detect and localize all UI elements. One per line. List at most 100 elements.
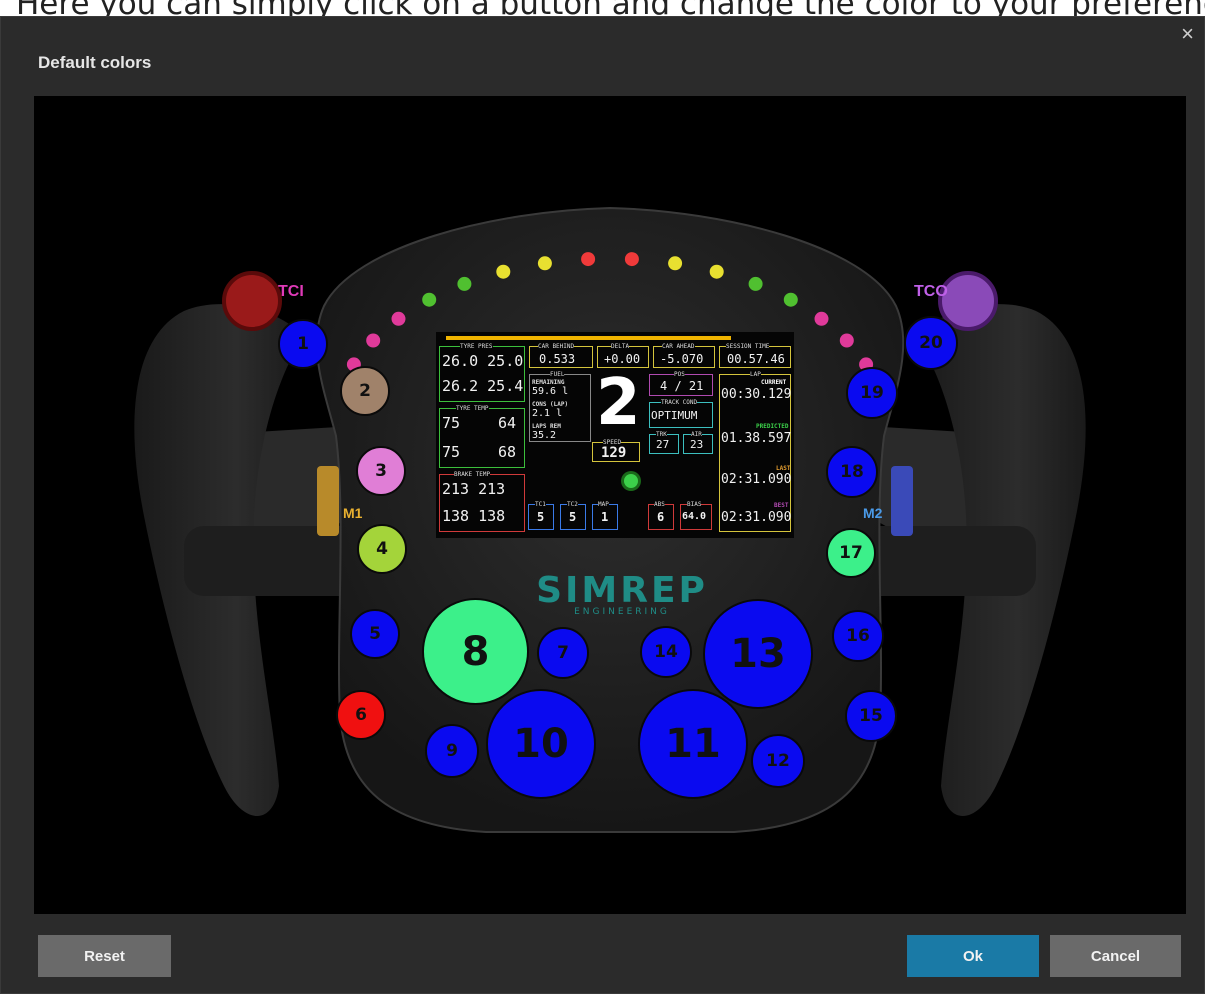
brake-temp-rear: 138 138 [442,507,506,525]
car-behind-value: 0.533 [539,352,576,366]
cons-label: CONS (LAP) [532,401,569,408]
wheel-button-label: 1 [297,334,309,354]
rev-led [391,311,406,326]
last-label: LAST [776,465,791,472]
best-label: BEST [774,502,789,509]
shift-bar [446,336,731,340]
m2-label: M2 [863,505,883,521]
wheel-button-label: 3 [375,461,387,481]
wheel-button-label: 11 [665,721,721,767]
tci-knob [222,271,282,331]
wheel-button-8[interactable]: 8 [422,598,529,705]
wheel-button-4[interactable]: 4 [357,524,407,574]
tc2-label: TC2 [567,501,578,508]
trk-value: 27 [656,438,670,451]
map-label: MAP [598,501,609,508]
m2-rotary [891,466,913,536]
brake-temp-label: BRAKE TEMP [454,471,491,478]
wheel-button-label: 12 [766,751,790,771]
tyre-temp-fr: 64 [498,414,517,432]
rev-led [748,276,763,291]
wheel-button-label: 2 [359,381,371,401]
tco-knob [938,271,998,331]
last-value: 02:31.090 [721,472,792,487]
wheel-button-label: 10 [513,721,569,767]
wheel-button-10[interactable]: 10 [486,689,596,799]
wheel-button-9[interactable]: 9 [425,724,479,778]
close-icon[interactable]: × [1181,21,1194,47]
wheel-button-label: 18 [840,462,864,482]
air-value: 23 [690,438,704,451]
wheel-button-1[interactable]: 1 [278,319,328,369]
fuel-label: FUEL [550,371,565,378]
wheel-button-19[interactable]: 19 [846,367,898,419]
delta-value: +0.00 [604,352,641,366]
wheel-button-2[interactable]: 2 [340,366,390,416]
tco-label: TCO [914,283,948,300]
wheel-button-5[interactable]: 5 [350,609,400,659]
wheel-button-label: 20 [919,333,943,353]
logo-main-text: SIMREP [536,570,708,611]
rev-led [783,292,798,307]
pos-value: 4 / 21 [660,379,704,393]
rev-led [709,264,724,279]
tyre-temp-label: TYRE TEMP [456,405,489,412]
tc2-value: 5 [569,510,577,524]
dialog-title: Default colors [38,53,152,72]
best-value: 02:31.090 [721,510,792,525]
predicted-label: PREDICTED [756,423,789,430]
tc1-label: TC1 [535,501,546,508]
rev-led [496,264,511,279]
wheel-button-label: 5 [369,624,381,644]
wheel-button-label: 19 [860,383,884,403]
cancel-button[interactable]: Cancel [1050,935,1181,977]
wheel-button-label: 6 [355,705,367,725]
rev-led [366,333,381,348]
air-label: AIR [691,431,702,438]
wheel-button-11[interactable]: 11 [638,689,748,799]
wheel-button-3[interactable]: 3 [356,446,406,496]
wheel-button-label: 9 [446,741,458,761]
remaining-value: 59.6 l [532,386,569,397]
tyre-temp-fl: 75 [442,414,461,432]
remaining-label: REMAINING [532,379,565,386]
wheel-button-17[interactable]: 17 [826,528,876,578]
wheel-button-label: 17 [839,543,863,563]
dash-display: TYRE PRES 26.0 25.0 26.2 25.4 CAR BEHIND… [436,332,794,538]
bias-label: BIAS [687,501,702,508]
laps-rem-label: LAPS REM [532,423,561,430]
wheel-button-label: 13 [730,631,786,677]
tyre-temp-rl: 75 [442,443,461,461]
wheel-button-label: 14 [654,642,678,662]
dialog-footer: Reset Ok Cancel [1,913,1204,993]
rev-led [668,256,683,271]
wheel-button-20[interactable]: 20 [904,316,958,370]
wheel-button-13[interactable]: 13 [703,599,813,709]
track-cond-value: OPTIMUM [651,409,698,422]
wheel-button-7[interactable]: 7 [537,627,589,679]
wheel-button-6[interactable]: 6 [336,690,386,740]
wheel-button-15[interactable]: 15 [845,690,897,742]
wheel-button-12[interactable]: 12 [751,734,805,788]
rev-led [457,276,472,291]
ok-button[interactable]: Ok [907,935,1039,977]
abs-value: 6 [657,510,665,524]
wheel-button-14[interactable]: 14 [640,626,692,678]
car-behind-label: CAR BEHIND [538,343,575,350]
laps-rem-value: 35.2 [532,430,557,441]
rev-led [814,311,829,326]
rev-led [422,292,437,307]
wheel-button-label: 7 [557,643,569,663]
rev-led [537,256,552,271]
bias-value: 64.0 [682,511,707,522]
reset-button[interactable]: Reset [38,935,171,977]
wheel-button-label: 4 [376,539,388,559]
current-label: CURRENT [761,379,787,386]
wheel-button-18[interactable]: 18 [826,446,878,498]
tyre-pres-rear: 26.2 25.4 [442,377,524,395]
wheel-button-label: 16 [846,626,870,646]
wheel-button-label: 8 [461,628,490,675]
wheel-button-16[interactable]: 16 [832,610,884,662]
pos-label: POS [674,371,685,378]
tyre-pres-label: TYRE PRES [460,343,493,350]
